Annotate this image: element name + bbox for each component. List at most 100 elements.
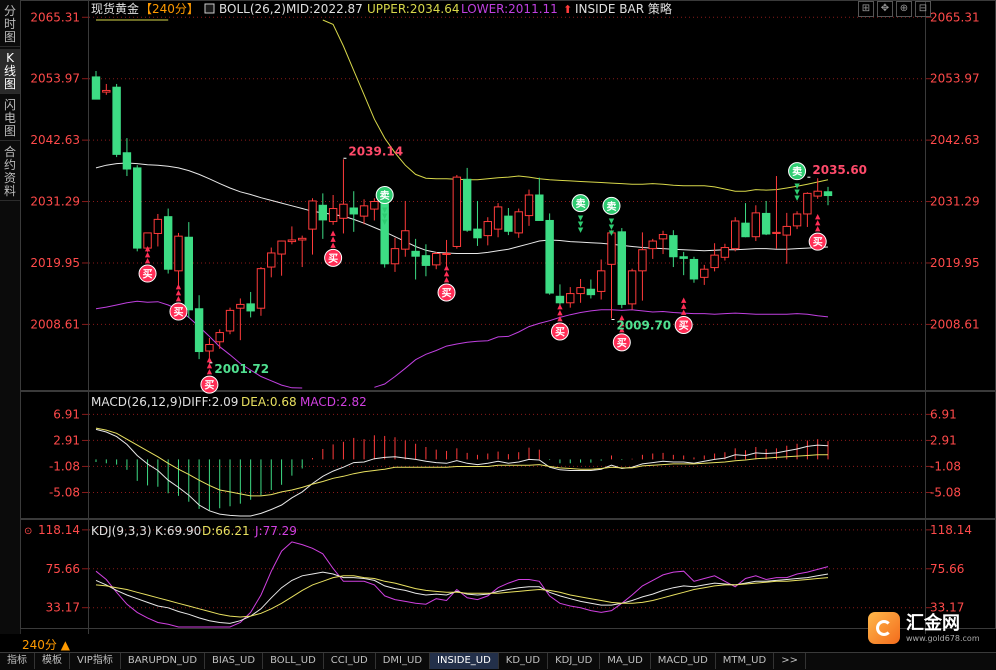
signal-label: 买 bbox=[143, 269, 153, 281]
candle-up bbox=[792, 213, 802, 227]
footer-tab--[interactable]: 指标 bbox=[0, 653, 35, 669]
side-tab-1[interactable]: K线图 bbox=[0, 49, 20, 94]
symbol-name: 现货黄金 bbox=[91, 1, 139, 16]
candle-up bbox=[700, 268, 709, 278]
candle-up bbox=[627, 270, 637, 305]
zoom-icon[interactable]: ⊕ bbox=[896, 1, 912, 17]
candle-down bbox=[504, 215, 513, 232]
candle-down bbox=[194, 308, 204, 353]
kdj-settings-icon[interactable]: ⊙ bbox=[24, 526, 32, 537]
candle-down bbox=[473, 228, 482, 239]
boll-upper-line bbox=[322, 19, 829, 192]
footer-tab-bias-ud[interactable]: BIAS_UD bbox=[205, 653, 264, 669]
signal-arrow: ▲ bbox=[815, 213, 821, 221]
candle-down bbox=[462, 178, 472, 231]
y-tick-label-right: 75.66 bbox=[930, 562, 964, 576]
side-tab-char: 料 bbox=[3, 184, 16, 198]
side-tab-bar: 分时图K线图闪电图合约资料 bbox=[0, 0, 21, 634]
footer-tab-boll-ud[interactable]: BOLL_UD bbox=[263, 653, 324, 669]
candle-down bbox=[823, 191, 833, 197]
grid-icon[interactable]: ⊞ bbox=[858, 1, 874, 17]
candle-up bbox=[359, 205, 369, 217]
candle-up bbox=[524, 194, 534, 217]
kdj-d-line bbox=[95, 575, 829, 618]
y-tick-label-left: 2065.31 bbox=[30, 10, 80, 24]
candle-down bbox=[761, 212, 771, 235]
logo-url: www.gold678.com bbox=[906, 633, 980, 643]
footer-tab-mtm-ud[interactable]: MTM_UD bbox=[716, 653, 775, 669]
candle-up bbox=[370, 201, 379, 210]
x-tick-label: 01/23 bbox=[430, 633, 465, 634]
candle-up bbox=[576, 287, 585, 295]
x-tick-label: 01/17 bbox=[144, 633, 179, 634]
y-tick-label-right: 2.91 bbox=[930, 433, 957, 447]
boll-mid-line bbox=[95, 162, 829, 254]
signal-arrow: ▼ bbox=[382, 218, 388, 226]
signal-label: 买 bbox=[617, 337, 627, 349]
candle-up bbox=[782, 225, 791, 236]
pan-icon[interactable]: ✥ bbox=[877, 1, 893, 17]
footer-tab-macd-ud[interactable]: MACD_UD bbox=[651, 653, 716, 669]
side-tab-2[interactable]: 闪电图 bbox=[0, 96, 20, 141]
signal-arrow: ▲ bbox=[681, 296, 687, 304]
footer-tab--[interactable]: 模板 bbox=[35, 653, 70, 669]
signal-label: 买 bbox=[442, 288, 452, 300]
kdj-label: KDJ(9,3,3) bbox=[91, 524, 152, 538]
signal-label: 买 bbox=[328, 253, 338, 265]
y-tick-label-right: 2008.61 bbox=[930, 317, 980, 331]
candle-down bbox=[318, 204, 328, 221]
candle-up bbox=[607, 232, 616, 265]
period-selector[interactable]: 240分 ▲ bbox=[22, 636, 70, 653]
signal-arrow: ▼ bbox=[794, 194, 800, 202]
side-tab-0[interactable]: 分时图 bbox=[0, 2, 20, 47]
y-tick-label-right: 2031.29 bbox=[930, 195, 980, 209]
y-tick-label-right: 6.91 bbox=[930, 407, 957, 421]
candle-up bbox=[493, 206, 503, 230]
x-tick-label: 01/25 bbox=[573, 633, 608, 634]
chart-toolbar: ⊞ ✥ ⊕ ⊟ bbox=[858, 1, 931, 17]
footer-tab-kd-ud[interactable]: KD_UD bbox=[499, 653, 549, 669]
boll-mid-value: MID:2022.87 bbox=[286, 2, 363, 16]
kdj-j-value: J:77.29 bbox=[254, 524, 297, 538]
boll-indicator-icon bbox=[204, 3, 215, 14]
footer-tab-inside-ud[interactable]: INSIDE_UD bbox=[430, 653, 499, 669]
logo-mark-icon bbox=[868, 612, 900, 644]
candle-up bbox=[772, 231, 781, 234]
low-price-label: 2001.72 bbox=[214, 362, 269, 376]
candle-up bbox=[452, 176, 462, 247]
y-tick-label-left: 75.66 bbox=[46, 562, 80, 576]
footer-tab-cci-ud[interactable]: CCI_UD bbox=[324, 653, 376, 669]
restore-icon[interactable]: ⊟ bbox=[915, 1, 931, 17]
candle-up bbox=[287, 239, 297, 243]
kdj-j-line bbox=[95, 541, 829, 628]
candle-down bbox=[133, 167, 142, 249]
candle-down bbox=[741, 222, 750, 238]
candle-up bbox=[297, 237, 307, 241]
footer-tab-vip-[interactable]: VIP指标 bbox=[70, 653, 121, 669]
y-tick-label-left: 33.17 bbox=[46, 601, 80, 615]
footer-tab-barupdn-ud[interactable]: BARUPDN_UD bbox=[121, 653, 206, 669]
candle-up bbox=[205, 344, 214, 352]
x-tick-label: 01/19 bbox=[287, 633, 322, 634]
candle-down bbox=[184, 236, 194, 311]
y-tick-label-left: 2053.97 bbox=[30, 72, 80, 86]
candle-up bbox=[803, 192, 812, 215]
kdj-k-value: K:69.90 bbox=[155, 524, 201, 538]
side-tab-3[interactable]: 合约资料 bbox=[0, 143, 20, 201]
kline-chart[interactable]: ▲▲▲买▲▲▲买▲▲▲买▲▲▲买▼▼▼卖▲▲▲买▲▲▲买▼▼▼卖▲▲▲买▼▼▼卖… bbox=[20, 0, 996, 634]
boll-upper-value: UPPER:2034.64 bbox=[367, 2, 459, 16]
candle-up bbox=[215, 332, 224, 343]
candle-down bbox=[349, 207, 358, 215]
footer-tab-ma-ud[interactable]: MA_UD bbox=[600, 653, 651, 669]
footer-tab--[interactable]: >> bbox=[774, 653, 806, 669]
signal-label: 买 bbox=[679, 320, 689, 332]
footer-tab-dmi-ud[interactable]: DMI_UD bbox=[376, 653, 431, 669]
signal-label: 卖 bbox=[576, 197, 586, 210]
candle-down bbox=[122, 152, 132, 170]
x-tick-label: 01/27 bbox=[716, 633, 751, 634]
boll-lower-line bbox=[374, 309, 829, 388]
candle-down bbox=[246, 303, 255, 312]
candle-down bbox=[586, 288, 596, 296]
macd-dea-value: DEA:0.68 bbox=[241, 395, 297, 409]
footer-tab-kdj-ud[interactable]: KDJ_UD bbox=[548, 653, 601, 669]
